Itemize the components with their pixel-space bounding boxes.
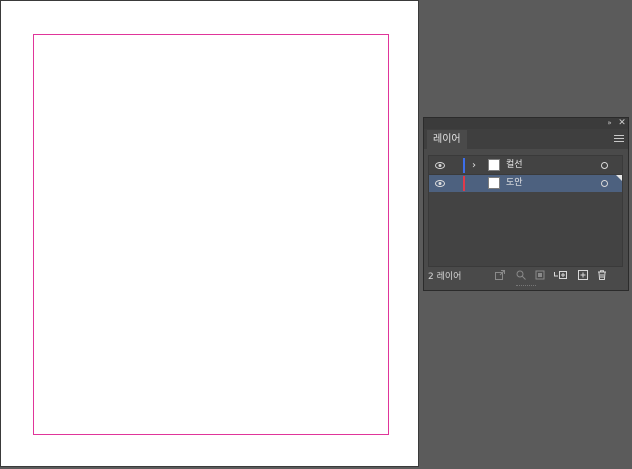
panel-resize-grip[interactable]	[516, 285, 536, 289]
selection-indicator-icon	[616, 175, 622, 181]
layer-name[interactable]: 컬선	[506, 157, 523, 174]
layer-thumbnail	[488, 177, 500, 189]
layer-thumbnail	[488, 159, 500, 171]
clipping-mask-icon[interactable]	[534, 270, 546, 282]
layer-count: 2 레이어	[428, 272, 462, 282]
panel-title-bar[interactable]: » ✕	[424, 118, 628, 129]
layer-color-bar	[463, 158, 465, 173]
artboard[interactable]	[0, 0, 419, 467]
layer-row[interactable]: › 컬선	[429, 157, 622, 175]
collapse-panel-icon[interactable]: »	[604, 118, 614, 129]
panel-tab-row: 레이어	[424, 129, 628, 149]
layers-panel: » ✕ 레이어 › 컬선 도안 2 레이어	[423, 117, 629, 291]
panel-footer: 2 레이어	[424, 269, 628, 285]
trash-icon[interactable]	[596, 270, 608, 282]
margin-guide	[33, 34, 389, 435]
visibility-eye-icon[interactable]	[435, 180, 445, 187]
close-panel-icon[interactable]: ✕	[617, 118, 627, 129]
layer-row-selected[interactable]: 도안	[429, 175, 622, 192]
layer-list: › 컬선 도안	[428, 155, 623, 267]
layer-name[interactable]: 도안	[506, 175, 523, 192]
new-layer-icon[interactable]	[577, 270, 589, 282]
panel-menu-icon[interactable]	[614, 133, 624, 145]
target-circle-icon[interactable]	[601, 162, 608, 169]
layer-color-bar	[463, 176, 465, 191]
expand-chevron-icon[interactable]: ›	[472, 158, 476, 173]
search-icon[interactable]	[515, 270, 527, 282]
export-icon[interactable]	[494, 270, 506, 282]
new-sublayer-icon[interactable]	[554, 270, 568, 282]
visibility-eye-icon[interactable]	[435, 162, 445, 169]
tab-layers[interactable]: 레이어	[427, 130, 467, 149]
target-circle-icon[interactable]	[601, 180, 608, 187]
